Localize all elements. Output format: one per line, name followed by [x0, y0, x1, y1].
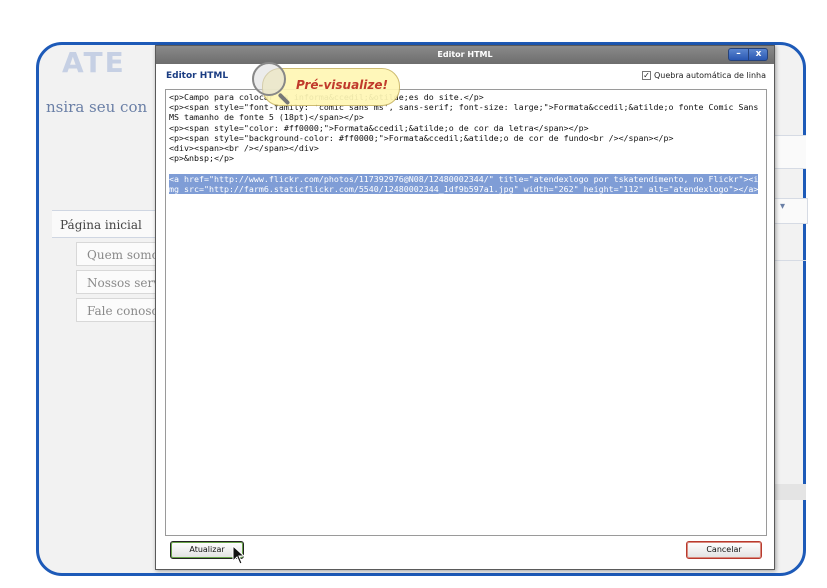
background-page-heading: nsira seu con: [46, 98, 148, 116]
word-wrap-checkbox[interactable]: ✓: [641, 71, 651, 80]
word-wrap-label: Quebra automática de linha: [653, 71, 766, 80]
word-wrap-option[interactable]: ✓ Quebra automática de linha: [641, 71, 766, 80]
code-line: <p>&nbsp;</p>: [169, 153, 234, 164]
background-toolbar-strip: [770, 135, 806, 169]
background-footer-bar: [770, 484, 806, 500]
html-code-editor[interactable]: <p>Campo para colocar as informa&ccedil;…: [165, 89, 767, 536]
code-line: <div><span><br /></span></div>: [169, 143, 319, 154]
close-button[interactable]: x: [749, 49, 768, 60]
cancel-button[interactable]: Cancelar: [686, 541, 762, 559]
code-line: <p><span style="color: #ff0000;">Formata…: [169, 122, 589, 133]
dialog-titlebar[interactable]: Editor HTML – x: [156, 46, 774, 64]
minimize-button[interactable]: –: [729, 49, 749, 60]
selected-code: <a href="http://www.flickr.com/photos/11…: [169, 173, 759, 194]
code-content[interactable]: <p>Campo para colocar as informa&ccedil;…: [169, 92, 761, 194]
code-line: <p><span style="font-family: 'comic sans…: [169, 102, 759, 123]
code-line: <p><span style="background-color: #ff000…: [169, 132, 674, 143]
dialog-title: Editor HTML: [437, 50, 493, 59]
background-divider: [770, 260, 806, 261]
code-lines: <p>Campo para colocar as informa&ccedil;…: [169, 92, 763, 163]
background-toolbar-button: [770, 198, 808, 224]
html-editor-dialog: Editor HTML – x Editor HTML ✓ Quebra aut…: [155, 45, 775, 570]
preview-tooltip-text: Pré-visualize!: [296, 78, 389, 92]
editor-heading: Editor HTML: [166, 71, 229, 81]
magnifier-icon[interactable]: [252, 62, 286, 96]
mouse-cursor-icon: [232, 545, 246, 565]
background-toolbar-glyph: ▾: [780, 201, 786, 212]
window-controls: – x: [728, 48, 768, 61]
